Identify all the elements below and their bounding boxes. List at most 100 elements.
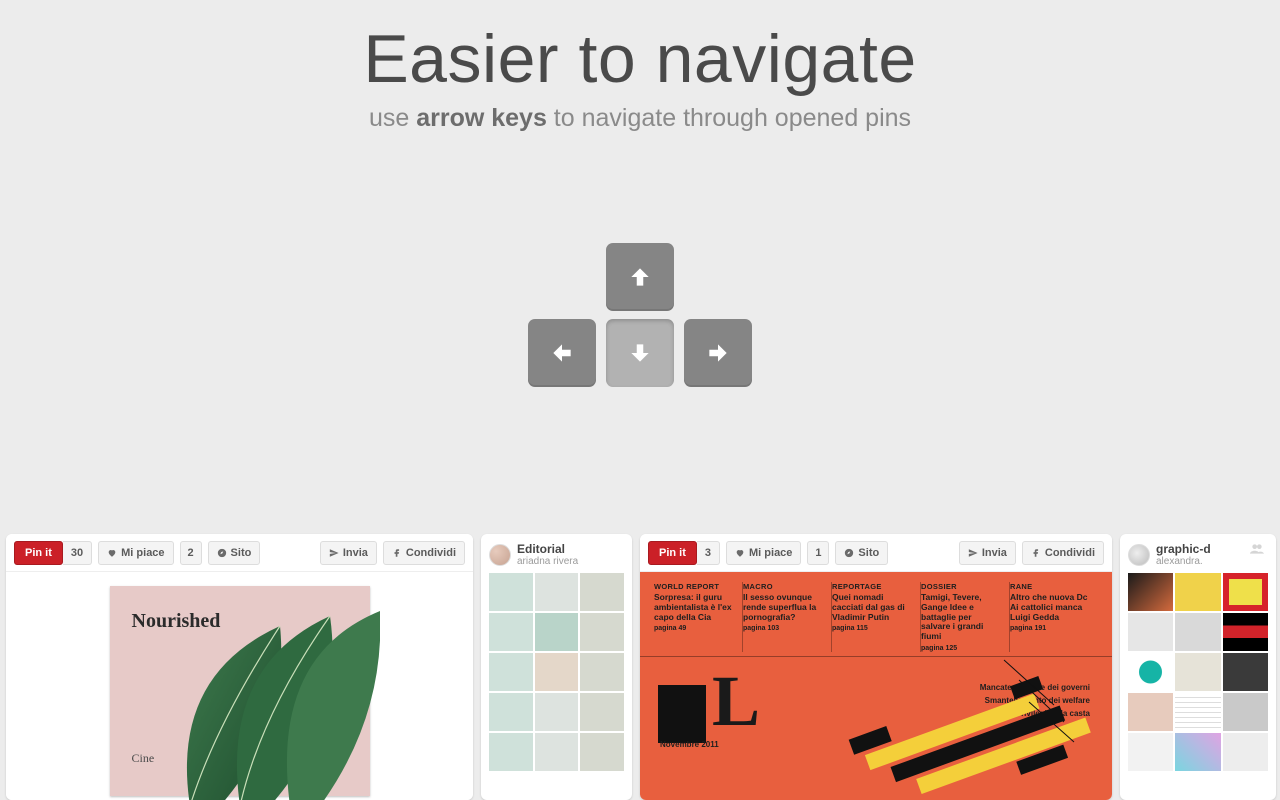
thumb[interactable]: [1175, 733, 1220, 771]
arrow-down-key[interactable]: [606, 319, 674, 387]
like-count: 2: [180, 541, 202, 565]
thumb[interactable]: [1223, 693, 1268, 731]
send-button[interactable]: Invia: [959, 541, 1016, 565]
thumb[interactable]: [489, 613, 533, 651]
thumb[interactable]: [1175, 573, 1220, 611]
send-button[interactable]: Invia: [320, 541, 377, 565]
arrow-right-key[interactable]: [684, 319, 752, 387]
hero-subtitle-pre: use: [369, 104, 416, 132]
heart-icon: [107, 548, 117, 558]
hero: Easier to navigate use arrow keys to nav…: [0, 0, 1280, 387]
avatar: [489, 544, 511, 566]
pins-strip: Pin it 30 Mi piace 2 Sito Invia Condivid…: [0, 534, 1280, 800]
thumb[interactable]: [535, 733, 579, 771]
col-title: Quei nomadi cacciati dal gas di Vladimir…: [832, 593, 910, 622]
thumb[interactable]: [1223, 653, 1268, 691]
arrow-right-icon: [705, 340, 731, 366]
thumb[interactable]: [535, 573, 579, 611]
site-button[interactable]: Sito: [208, 541, 261, 565]
thumb[interactable]: [489, 733, 533, 771]
site-label: Sito: [858, 547, 879, 559]
pinit-count: 30: [63, 541, 92, 565]
col-title: Il sesso ovunque rende superflua la porn…: [743, 593, 821, 622]
board-thumb-grid: [1128, 573, 1268, 771]
thumb[interactable]: [580, 573, 624, 611]
thumb[interactable]: [1128, 613, 1173, 651]
share-button[interactable]: Condividi: [1022, 541, 1104, 565]
pinit-button[interactable]: Pin it: [14, 541, 63, 565]
site-label: Sito: [231, 547, 252, 559]
thumb[interactable]: [580, 733, 624, 771]
like-button[interactable]: Mi piace: [726, 541, 801, 565]
arrow-left-key[interactable]: [528, 319, 596, 387]
thumb[interactable]: [1128, 733, 1173, 771]
hero-subtitle-bold: arrow keys: [416, 104, 547, 132]
share-button[interactable]: Condividi: [383, 541, 465, 565]
thumb[interactable]: [489, 653, 533, 691]
thumb[interactable]: [1128, 573, 1173, 611]
thumb[interactable]: [580, 613, 624, 651]
send-label: Invia: [343, 547, 368, 559]
thumb[interactable]: [1223, 613, 1268, 651]
board-user: ariadna rivera: [517, 556, 578, 567]
send-label: Invia: [982, 547, 1007, 559]
hero-title: Easier to navigate: [0, 20, 1280, 98]
pinit-button[interactable]: Pin it: [648, 541, 697, 565]
col-section: WORLD REPORT: [654, 582, 732, 591]
thumb[interactable]: [535, 653, 579, 691]
arrow-up-icon: [627, 264, 653, 290]
board-card-editorial[interactable]: Editorial ariadna rivera: [481, 534, 632, 800]
pin-card-3-actionbar: Pin it 3 Mi piace 1 Sito Invia Condividi: [640, 534, 1112, 572]
pin-card-3-preview[interactable]: WORLD REPORT Sorpresa: il guru ambientali…: [640, 572, 1112, 800]
thumb[interactable]: [489, 573, 533, 611]
arrow-keys-cluster: [510, 243, 770, 387]
send-icon: [968, 548, 978, 558]
thumb[interactable]: [1128, 653, 1173, 691]
thumb[interactable]: [1175, 693, 1220, 731]
avatar: [1128, 544, 1150, 566]
col-title: Tamigi, Tevere, Gange Idee e battaglie p…: [921, 593, 999, 642]
arrow-up-key[interactable]: [606, 243, 674, 311]
like-button[interactable]: Mi piace: [98, 541, 173, 565]
thumb[interactable]: [580, 653, 624, 691]
arrow-left-icon: [549, 340, 575, 366]
thumb[interactable]: [535, 693, 579, 731]
site-button[interactable]: Sito: [835, 541, 888, 565]
col-title: Sorpresa: il guru ambientalista è l'ex c…: [654, 593, 732, 622]
col-section: REPORTAGE: [832, 582, 910, 591]
thumb[interactable]: [1175, 613, 1220, 651]
pin-card-1[interactable]: Pin it 30 Mi piace 2 Sito Invia Condivid…: [6, 534, 473, 800]
col-section: DOSSIER: [921, 582, 999, 591]
col-section: MACRO: [743, 582, 821, 591]
board-user: alexandra.: [1156, 556, 1211, 567]
share-label: Condividi: [1045, 547, 1095, 559]
thumb[interactable]: [1175, 653, 1220, 691]
pinit-count: 3: [697, 541, 720, 565]
facebook-icon: [1031, 548, 1041, 558]
col-page: pagina 49: [654, 625, 732, 632]
like-label: Mi piace: [121, 547, 164, 559]
board-card-graphic-d[interactable]: graphic-d alexandra.: [1120, 534, 1276, 800]
thumb[interactable]: [1223, 573, 1268, 611]
group-icon: [1250, 544, 1264, 554]
thumb[interactable]: [1128, 693, 1173, 731]
board-header: graphic-d alexandra.: [1128, 542, 1268, 567]
nourished-cover: Nourished Cine: [110, 586, 370, 796]
facebook-icon: [392, 548, 402, 558]
col-title: Altro che nuova Dc Ai cattolici manca Lu…: [1010, 593, 1088, 622]
col-section: RANE: [1010, 582, 1088, 591]
thumb[interactable]: [1223, 733, 1268, 771]
arrow-down-icon: [627, 340, 653, 366]
share-label: Condividi: [406, 547, 456, 559]
pin-card-1-preview[interactable]: Nourished Cine: [6, 572, 473, 800]
thumb[interactable]: [580, 693, 624, 731]
thumb[interactable]: [489, 693, 533, 731]
thumb[interactable]: [535, 613, 579, 651]
pin-card-3[interactable]: Pin it 3 Mi piace 1 Sito Invia Condividi: [640, 534, 1112, 800]
pin-card-1-actionbar: Pin it 30 Mi piace 2 Sito Invia Condivid…: [6, 534, 473, 572]
masthead-date: Novembre 2011: [660, 740, 719, 749]
masthead-logo: L: [658, 660, 754, 743]
like-count: 1: [807, 541, 829, 565]
leaf-illustration-icon: [160, 606, 380, 800]
board-header: Editorial ariadna rivera: [489, 542, 624, 567]
